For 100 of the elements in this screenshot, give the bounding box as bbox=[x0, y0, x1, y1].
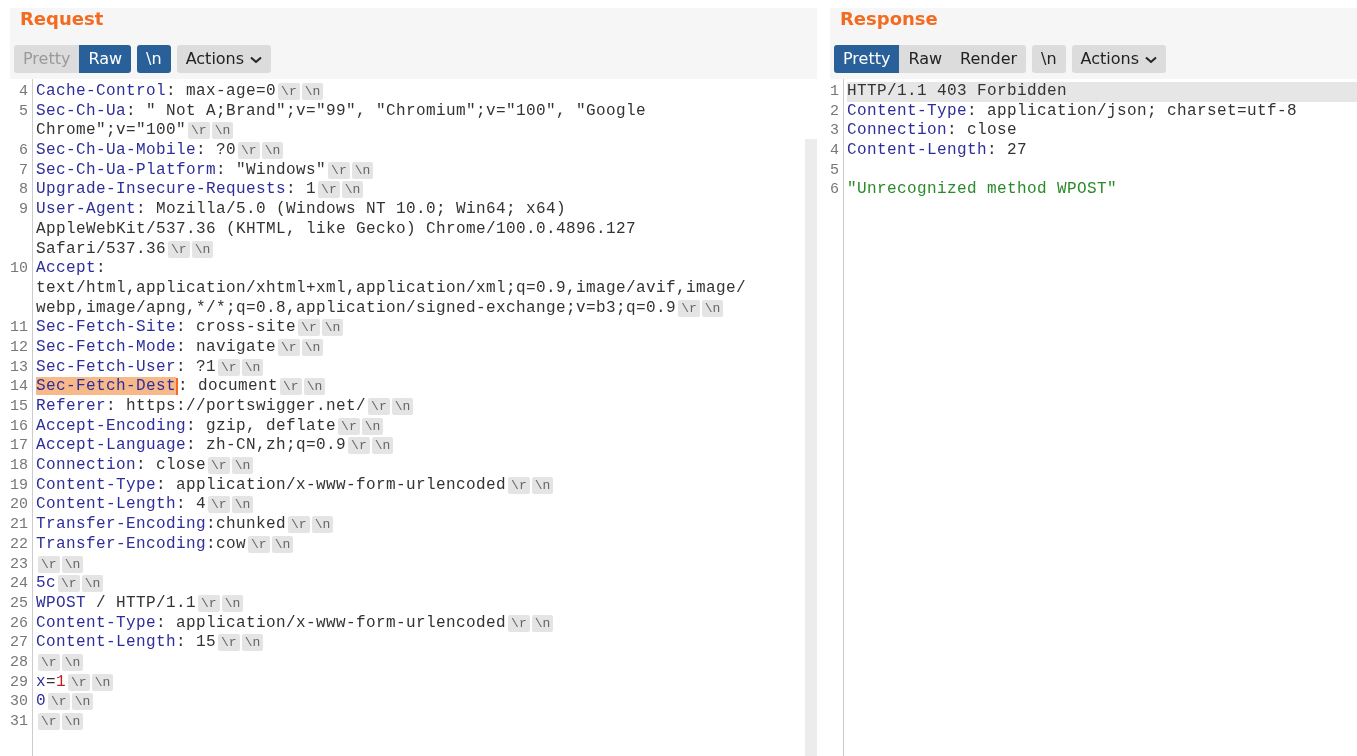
caret-icon bbox=[250, 55, 263, 64]
code-text: = bbox=[46, 672, 57, 691]
code-text: : gzip, deflate bbox=[186, 416, 337, 435]
line-number: 17 bbox=[10, 437, 28, 455]
line-number: 15 bbox=[10, 398, 28, 415]
escape-marker: \r bbox=[208, 457, 230, 475]
line-number: 23 bbox=[10, 555, 28, 573]
code-text: : 4 bbox=[176, 495, 207, 514]
line-number: 3 bbox=[830, 122, 839, 140]
escape-marker: \n bbox=[241, 358, 264, 376]
selected-text: Sec-Fetch-Dest bbox=[36, 377, 177, 396]
code-text: : ?1 bbox=[176, 357, 217, 376]
escape-marker: \n bbox=[311, 516, 334, 534]
escape-marker: \r bbox=[218, 358, 240, 376]
escape-marker: \r bbox=[248, 535, 270, 553]
code-text: : zh-CN,zh;q=0.9 bbox=[186, 436, 347, 455]
escape-marker: \r bbox=[280, 378, 302, 396]
line-number: 11 bbox=[10, 319, 28, 337]
escape-marker: \n bbox=[231, 457, 254, 475]
escape-marker: \n bbox=[71, 693, 94, 711]
escape-marker: \n bbox=[361, 417, 384, 435]
view-tab[interactable]: Render bbox=[951, 45, 1027, 73]
code-text: : 27 bbox=[987, 141, 1028, 160]
escape-marker: \n bbox=[61, 713, 84, 730]
code-number: 1 bbox=[56, 672, 67, 691]
code-text: : bbox=[96, 259, 107, 278]
newline-toggle[interactable]: \n bbox=[1032, 45, 1066, 73]
code-text: : https://portswigger.net/ bbox=[106, 397, 367, 415]
escape-marker: \n bbox=[61, 555, 84, 573]
escape-marker: \r bbox=[288, 516, 310, 534]
view-tab[interactable]: Raw bbox=[79, 45, 132, 73]
escape-marker: \n bbox=[391, 398, 414, 415]
escape-marker: \r bbox=[48, 693, 70, 711]
code-text: : close bbox=[136, 456, 207, 475]
line-number: 1 bbox=[830, 83, 839, 100]
escape-marker: \n bbox=[91, 673, 114, 691]
code-text: webp,image/apng,*/*;q=0.8,application/signed-exchange;v=b3;q=0.9 bbox=[36, 298, 677, 317]
caret-icon bbox=[1145, 55, 1158, 64]
escape-marker: \r bbox=[278, 83, 300, 100]
escape-marker: \n bbox=[301, 83, 324, 100]
header-name: Sec-Fetch-Mode bbox=[36, 337, 177, 356]
line-number: 22 bbox=[10, 535, 28, 553]
escape-marker: \r bbox=[188, 122, 210, 140]
escape-marker: \r bbox=[368, 398, 390, 415]
code-text: Chrome";v="100" bbox=[36, 121, 187, 140]
escape-marker: \n bbox=[191, 240, 214, 258]
line-number: 26 bbox=[10, 614, 28, 632]
line-number: 5 bbox=[19, 102, 28, 120]
line-number: 2 bbox=[830, 102, 839, 120]
line-number: 8 bbox=[19, 181, 28, 199]
escape-marker: \n bbox=[531, 476, 554, 494]
actions-button[interactable]: Actions bbox=[176, 45, 272, 73]
escape-marker: \r bbox=[318, 181, 340, 199]
code-text: HTTP/1.1 403 Forbidden bbox=[847, 82, 1068, 100]
header-name: Sec-Ch-Ua-Mobile bbox=[36, 141, 197, 160]
header-name: Content-Length bbox=[36, 633, 177, 652]
header-name: Content-Type bbox=[36, 613, 157, 632]
code-text: : Mozilla/5.0 (Windows NT 10.0; Win64; x64) bbox=[136, 200, 567, 219]
header-name: x bbox=[36, 672, 47, 691]
escape-marker: \r bbox=[198, 594, 220, 612]
newline-toggle[interactable]: \n bbox=[137, 45, 171, 73]
line-number: 21 bbox=[10, 516, 28, 534]
line-number: 4 bbox=[19, 83, 28, 100]
code-text: : application/x-www-form-urlencoded bbox=[156, 475, 507, 494]
line-number: 6 bbox=[19, 142, 28, 160]
header-name: Upgrade-Insecure-Requests bbox=[36, 180, 287, 199]
escape-marker: \n bbox=[241, 634, 264, 652]
escape-marker: \n bbox=[61, 653, 84, 671]
header-name: Connection bbox=[847, 121, 948, 140]
line-number: 18 bbox=[10, 457, 28, 475]
escape-marker: \n bbox=[231, 496, 254, 514]
view-tab[interactable]: Pretty bbox=[834, 45, 900, 73]
escape-marker: \n bbox=[341, 181, 364, 199]
line-number: 13 bbox=[10, 358, 28, 376]
escape-marker: \r bbox=[38, 713, 60, 730]
pane-title: Response bbox=[839, 9, 938, 29]
line-number: 10 bbox=[10, 260, 28, 278]
escape-marker: \n bbox=[351, 161, 374, 179]
escape-marker: \n bbox=[301, 338, 324, 356]
header-name: Accept-Language bbox=[36, 436, 187, 455]
code-text: : 1 bbox=[286, 180, 317, 199]
escape-marker: \r bbox=[508, 614, 530, 632]
code-string: "Unrecognized method WPOST" bbox=[847, 180, 1118, 199]
escape-marker: \r bbox=[328, 161, 350, 179]
escape-marker: \r bbox=[68, 673, 90, 691]
line-number: 6 bbox=[830, 181, 839, 199]
actions-button[interactable]: Actions bbox=[1071, 45, 1167, 73]
line-number: 29 bbox=[10, 673, 28, 691]
escape-marker: \r bbox=[238, 142, 260, 160]
code-text: :cow bbox=[206, 534, 247, 553]
line-number: 5 bbox=[830, 161, 839, 179]
escape-marker: \n bbox=[371, 437, 394, 455]
line-number: 31 bbox=[10, 713, 28, 730]
line-number: 7 bbox=[19, 161, 28, 179]
escape-marker: \r bbox=[218, 634, 240, 652]
escape-marker: \r bbox=[58, 575, 80, 593]
header-name: Transfer-Encoding bbox=[36, 534, 207, 553]
line-number: 25 bbox=[10, 594, 28, 612]
view-tab[interactable]: Raw bbox=[899, 45, 952, 73]
code-text: : cross-site bbox=[176, 318, 297, 337]
